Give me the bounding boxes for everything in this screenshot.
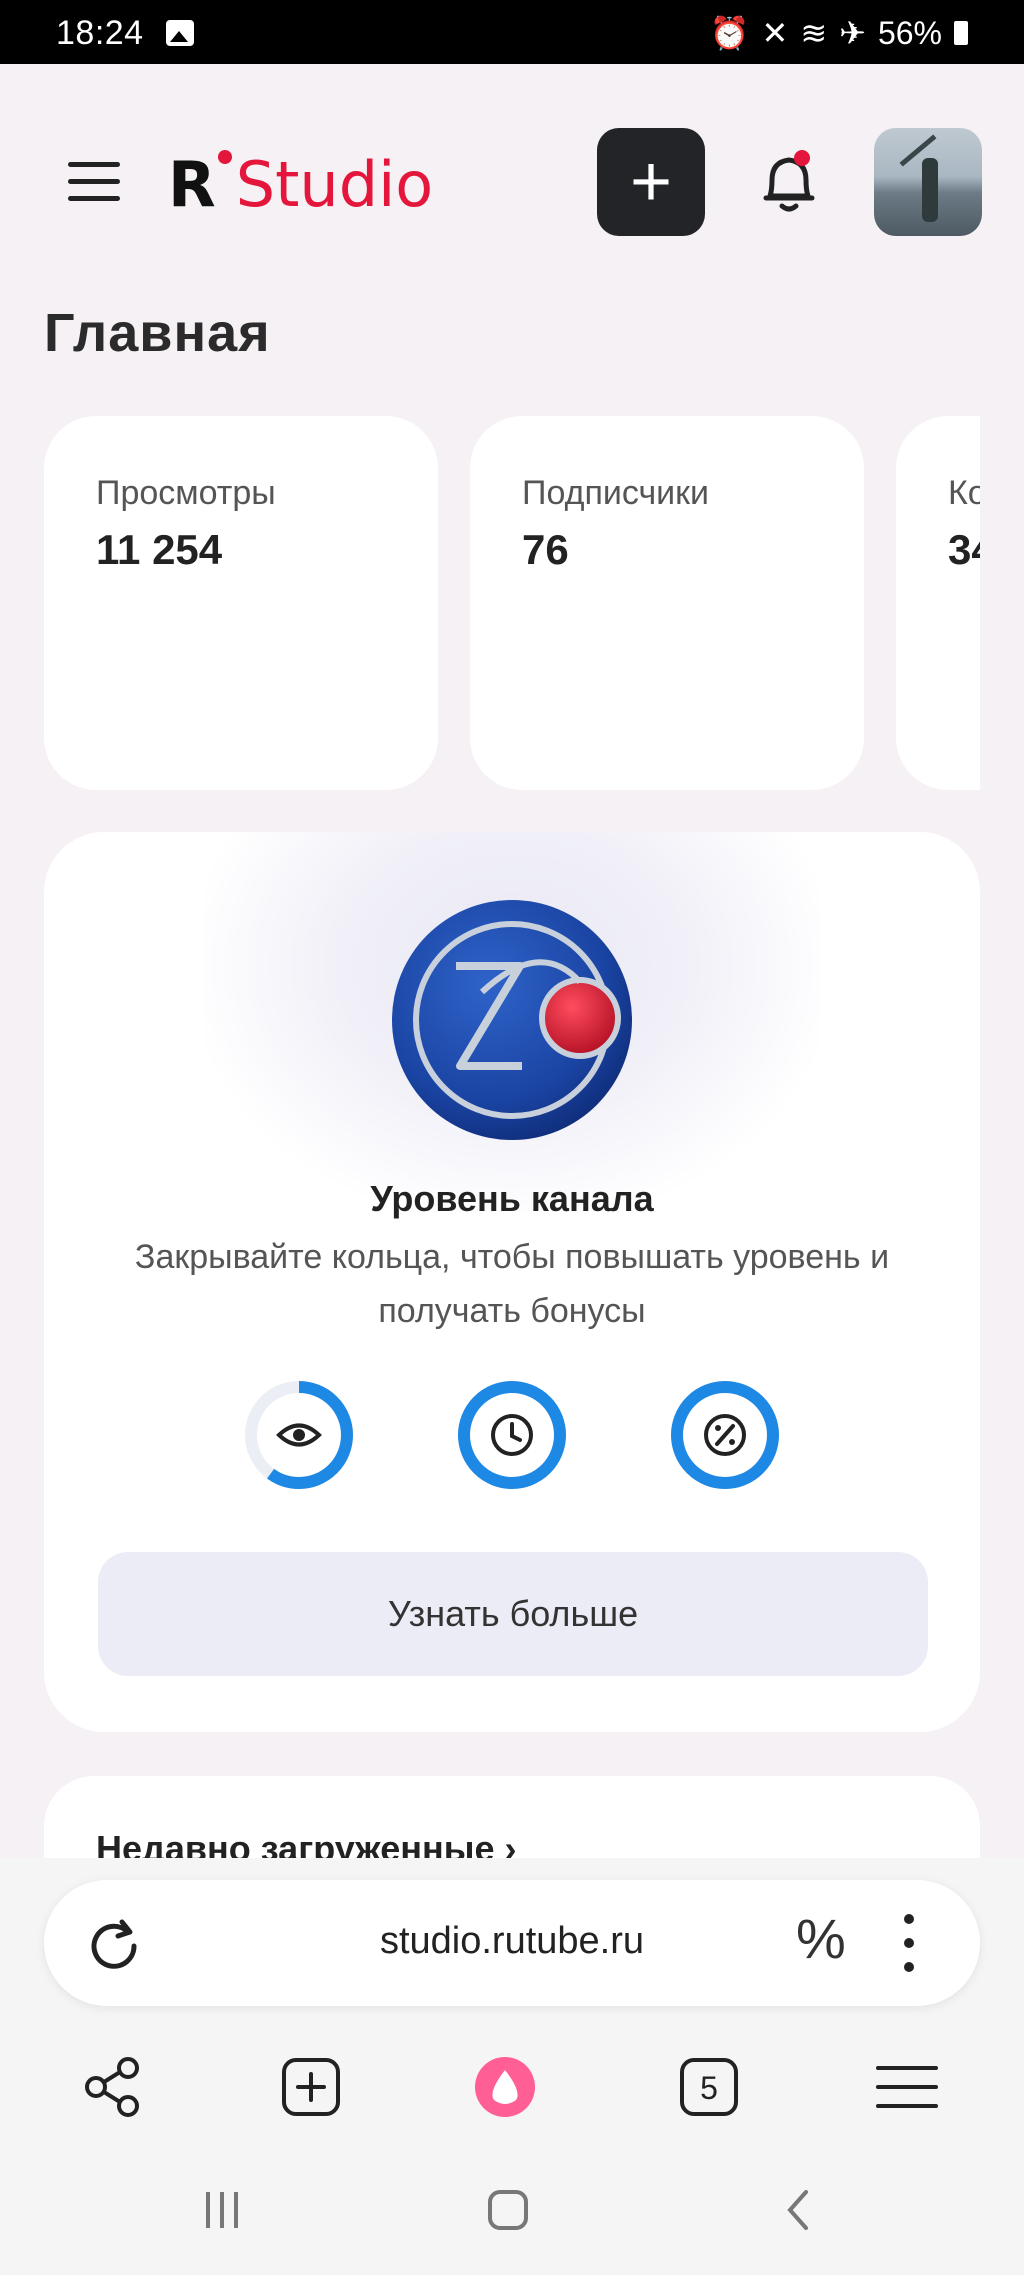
system-nav-bar [0,2170,1024,2250]
eye-icon [276,1423,322,1447]
stat-card-comments[interactable]: Ко 34 [896,416,980,790]
page-title: Главная [44,303,271,363]
more-options-icon[interactable] [904,1914,916,1974]
views-ring[interactable] [244,1380,354,1490]
wifi-icon: ≋ [800,15,828,51]
level-title: Уровень канала [370,1178,654,1219]
alice-assistant-icon[interactable] [470,2052,540,2122]
percent-ring[interactable] [670,1380,780,1490]
notifications-bell-icon[interactable] [756,146,822,218]
learn-more-button[interactable]: Узнать больше [98,1552,928,1676]
percent-icon[interactable]: % [796,1906,846,1971]
logo-studio: Studio [235,148,434,221]
percent-icon [704,1414,746,1456]
new-tab-icon[interactable] [276,2052,346,2122]
plus-icon: + [629,142,673,222]
back-button[interactable] [778,2188,822,2237]
mute-icon: ✕ [761,15,789,51]
level-subtitle: Закрывайте кольца, чтобы повышать уровен… [134,1238,890,1330]
alarm-icon: ⏰ [709,15,750,51]
status-time: 18:24 [56,14,144,52]
battery-icon [954,21,968,45]
stat-value: 34 [948,526,980,573]
channel-level-card: Уровень канала Закрывайте кольца, чтобы … [44,832,980,1732]
battery-label: 56% [877,14,942,51]
stat-card-partial-clip: Ко 34 [896,416,980,790]
share-icon[interactable] [76,2052,146,2122]
status-bar: 18:24 ⏰ ✕ ≋ ✈ 56% [0,0,1024,64]
address-bar[interactable]: studio.rutube.ru % [44,1880,980,2006]
recent-apps-button[interactable] [200,2188,244,2237]
stat-label: Просмотры [96,474,276,512]
stat-card-subscribers[interactable]: Подписчики 76 [470,416,864,790]
browser-menu-icon[interactable] [872,2052,942,2122]
stat-label: Подписчики [522,474,710,512]
image-icon [166,20,194,46]
level-badge-icon [392,900,632,1140]
rstudio-logo[interactable]: R Studio [168,146,433,216]
stat-label: Ко [948,474,980,512]
home-button[interactable] [486,2188,530,2237]
stat-value: 11 254 [96,526,223,573]
tabs-count: 5 [700,2070,718,2106]
logo-dot [217,150,232,164]
add-content-button[interactable]: + [597,128,705,236]
airplane-icon: ✈ [839,15,866,51]
tabs-icon[interactable]: 5 [674,2052,744,2122]
stat-value: 76 [522,526,569,573]
user-avatar[interactable] [874,128,982,236]
watch-time-ring[interactable] [457,1380,567,1490]
stat-card-views[interactable]: Просмотры 11 254 [44,416,438,790]
status-icons: ⏰ ✕ ≋ ✈ 56% [710,14,968,52]
hamburger-menu-icon[interactable] [68,162,120,202]
browser-nav-bar: 5 [0,2040,1024,2130]
logo-r: R [168,148,216,221]
clock-icon [491,1414,533,1456]
